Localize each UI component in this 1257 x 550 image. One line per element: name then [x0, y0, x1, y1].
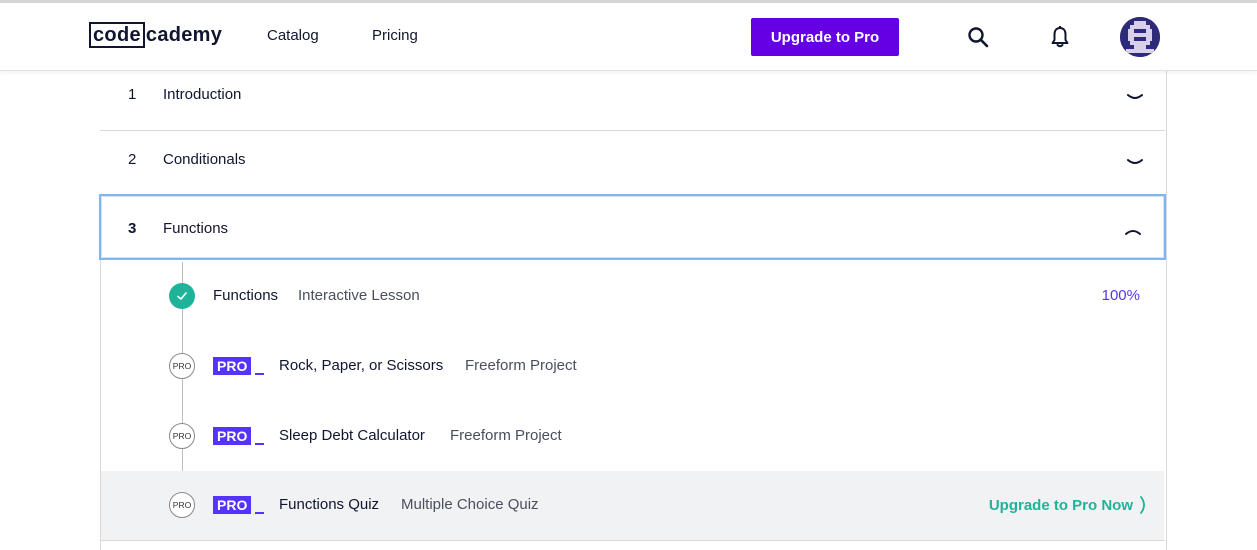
lesson-progress: 100% — [1101, 287, 1140, 304]
user-avatar[interactable] — [1120, 17, 1160, 57]
pro-lock-icon: PRO — [169, 353, 195, 379]
chevron-down-icon — [1127, 155, 1143, 173]
upgrade-to-pro-now-link[interactable]: Upgrade to Pro Now — [989, 495, 1149, 515]
pro-lock-icon: PRO — [169, 492, 195, 518]
lesson-type: Freeform Project — [450, 427, 562, 444]
pro-lock-icon: PRO — [169, 423, 195, 449]
logo-text: cademy — [145, 24, 223, 46]
section-row-functions[interactable]: 3 Functions — [99, 194, 1166, 260]
section-row-conditionals[interactable]: 2 Conditionals — [100, 131, 1165, 196]
lesson-name: Functions — [213, 287, 279, 304]
upgrade-link-label: Upgrade to Pro Now — [988, 496, 1133, 514]
chevron-down-icon — [1127, 90, 1143, 108]
codecademy-logo[interactable]: code cademy — [89, 21, 222, 49]
nav-pricing-link[interactable]: Pricing — [372, 27, 418, 44]
pro-badge: PRO — [213, 357, 265, 375]
section-row-introduction[interactable]: 1 Introduction — [100, 66, 1165, 131]
pro-badge-label: PRO — [213, 357, 252, 375]
pro-badge-cursor — [255, 512, 265, 514]
lesson-row-sleep-debt-calculator[interactable]: PRO PRO Sleep Debt Calculator Freeform P… — [101, 402, 1164, 472]
lesson-name: Rock, Paper, or Scissors — [279, 357, 444, 374]
upgrade-to-pro-button[interactable]: Upgrade to Pro — [751, 18, 899, 56]
section-title: Conditionals — [163, 151, 246, 168]
bell-icon[interactable] — [1047, 23, 1073, 51]
top-navigation-bar: code cademy Catalog Pricing Upgrade to P… — [0, 3, 1257, 71]
section-number: 1 — [128, 86, 137, 103]
lesson-type: Interactive Lesson — [298, 287, 420, 304]
pro-badge-label: PRO — [213, 427, 252, 445]
pro-badge: PRO — [213, 496, 265, 514]
pro-badge-cursor — [255, 443, 265, 445]
lesson-row-rock-paper-scissors[interactable]: PRO PRO Rock, Paper, or Scissors Freefor… — [101, 332, 1164, 402]
pro-badge: PRO — [213, 427, 265, 445]
section-title: Introduction — [163, 86, 242, 103]
chevron-right-icon — [1140, 496, 1145, 514]
section-title: Functions — [163, 220, 229, 237]
section-number: 3 — [128, 220, 137, 237]
chevron-up-icon — [1125, 223, 1141, 241]
lesson-name: Functions Quiz — [279, 496, 380, 513]
lesson-row-functions[interactable]: Functions Interactive Lesson 100% — [101, 262, 1164, 332]
lesson-type: Multiple Choice Quiz — [401, 496, 539, 513]
lesson-name: Sleep Debt Calculator — [279, 427, 425, 444]
check-icon — [169, 283, 195, 309]
lesson-type: Freeform Project — [465, 357, 577, 374]
panel-bottom-border — [100, 540, 1165, 541]
lesson-row-functions-quiz[interactable]: PRO PRO Functions Quiz Multiple Choice Q… — [101, 471, 1164, 541]
pro-badge-label: PRO — [213, 496, 252, 514]
search-icon[interactable] — [964, 23, 992, 51]
pro-badge-cursor — [255, 373, 265, 375]
logo-boxed-text: code — [89, 22, 145, 48]
section-number: 2 — [128, 151, 137, 168]
nav-catalog-link[interactable]: Catalog — [267, 27, 319, 44]
